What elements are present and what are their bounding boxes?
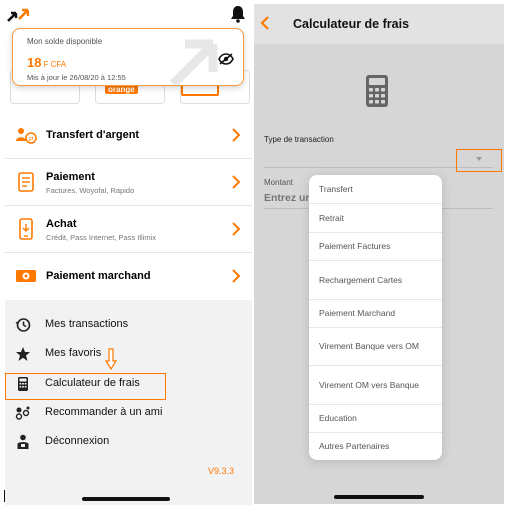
chevron-right-icon xyxy=(232,128,241,142)
phone-icon xyxy=(19,218,33,240)
app-version: V9.3.3 xyxy=(208,466,235,476)
dropdown-option[interactable]: Paiement Factures xyxy=(309,233,442,261)
arrow-down-icon xyxy=(105,348,117,370)
dropdown-option[interactable]: Transfert xyxy=(309,175,442,204)
balance-card: Mon solde disponible 18 F CFA Mis à jour … xyxy=(12,28,244,87)
header-bar: Calculateur de frais xyxy=(254,4,504,44)
dropdown-option[interactable]: Education xyxy=(309,405,442,433)
transaction-type-dropdown: Transfert Retrait Paiement Factures Rech… xyxy=(309,175,442,460)
logout-icon xyxy=(17,434,29,449)
caret-down-icon[interactable] xyxy=(476,157,482,161)
star-icon xyxy=(16,347,30,361)
menu-item-title: Paiement marchand xyxy=(46,270,151,282)
menu-item-subtitle: Crédit, Pass Internet, Pass Illimix xyxy=(46,233,157,242)
side-item-label: Recommander à un ami xyxy=(45,406,163,418)
dropdown-option[interactable]: Autres Partenaires xyxy=(309,433,442,460)
svg-text:⇄: ⇄ xyxy=(28,136,33,143)
dropdown-option[interactable]: Paiement Marchand xyxy=(309,300,442,328)
balance-label: Mon solde disponible xyxy=(27,37,103,46)
back-chevron-icon[interactable] xyxy=(260,16,270,30)
calculator-icon xyxy=(366,75,388,107)
menu-item-title: Paiement xyxy=(46,171,95,183)
home-indicator xyxy=(334,495,424,499)
highlight-box xyxy=(5,373,166,400)
menu-item-title: Transfert d'argent xyxy=(46,129,140,141)
menu-item-transfert[interactable]: ⇄ Transfert d'argent xyxy=(5,112,252,159)
side-item-label: Déconnexion xyxy=(45,435,110,447)
screenshot-stage: orange Mon solde disponible 18 F CFA Mis … xyxy=(0,0,508,507)
orange-brand-tag: orange xyxy=(105,85,138,94)
top-area: orange Mon solde disponible 18 F CFA Mis … xyxy=(5,0,252,110)
dropdown-option[interactable]: Rechargement Cartes xyxy=(309,261,442,300)
chevron-right-icon xyxy=(232,222,241,236)
dropdown-option[interactable]: Retrait xyxy=(309,204,442,233)
side-item-recommander[interactable]: Recommander à un ami xyxy=(5,398,252,427)
side-item-label: Mes favoris xyxy=(45,347,102,359)
eye-off-icon[interactable] xyxy=(218,53,234,65)
balance-updated: Mis à jour le 26/08/20 à 12:55 xyxy=(27,73,126,82)
page-title: Calculateur de frais xyxy=(293,17,410,31)
share-icon xyxy=(15,406,30,420)
dropdown-option[interactable]: Virement OM vers Banque xyxy=(309,366,442,405)
app-logo-icon xyxy=(7,8,29,22)
balance-currency: F CFA xyxy=(43,60,67,69)
main-menu: ⇄ Transfert d'argent Paiement Factures, … xyxy=(5,112,252,300)
fee-calculator-screen: Calculateur de frais Type de transaction… xyxy=(254,4,504,504)
chevron-right-icon xyxy=(232,175,241,189)
menu-item-subtitle: Factures, Woyofal, Rapido xyxy=(46,186,135,195)
home-indicator xyxy=(82,497,170,501)
menu-item-paiement-marchand[interactable]: Paiement marchand xyxy=(5,253,252,300)
side-item-deconnexion[interactable]: Déconnexion xyxy=(5,427,252,456)
bill-icon xyxy=(18,172,34,192)
transfer-icon: ⇄ xyxy=(16,128,37,144)
side-item-transactions[interactable]: Mes transactions xyxy=(5,310,252,339)
chevron-right-icon xyxy=(232,269,241,283)
side-item-label: Mes transactions xyxy=(45,318,129,330)
amount-label: Montant xyxy=(264,178,293,187)
bell-icon[interactable] xyxy=(230,5,246,23)
cash-icon xyxy=(16,270,36,282)
transaction-type-label: Type de transaction xyxy=(264,135,334,144)
menu-item-paiement[interactable]: Paiement Factures, Woyofal, Rapido xyxy=(5,159,252,206)
arrow-watermark-icon xyxy=(169,39,218,87)
menu-item-achat[interactable]: Achat Crédit, Pass Internet, Pass Illimi… xyxy=(5,206,252,253)
balance-amount: 18 F CFA xyxy=(27,55,67,70)
side-item-favoris[interactable]: Mes favoris xyxy=(5,339,252,368)
history-icon xyxy=(15,318,31,332)
dropdown-option[interactable]: Virement Banque vers OM xyxy=(309,328,442,366)
side-menu: Mes transactions Mes favoris Calculateur… xyxy=(5,300,252,505)
text-cursor xyxy=(4,490,5,502)
menu-item-title: Achat xyxy=(46,218,77,230)
home-screen: orange Mon solde disponible 18 F CFA Mis … xyxy=(5,0,252,505)
